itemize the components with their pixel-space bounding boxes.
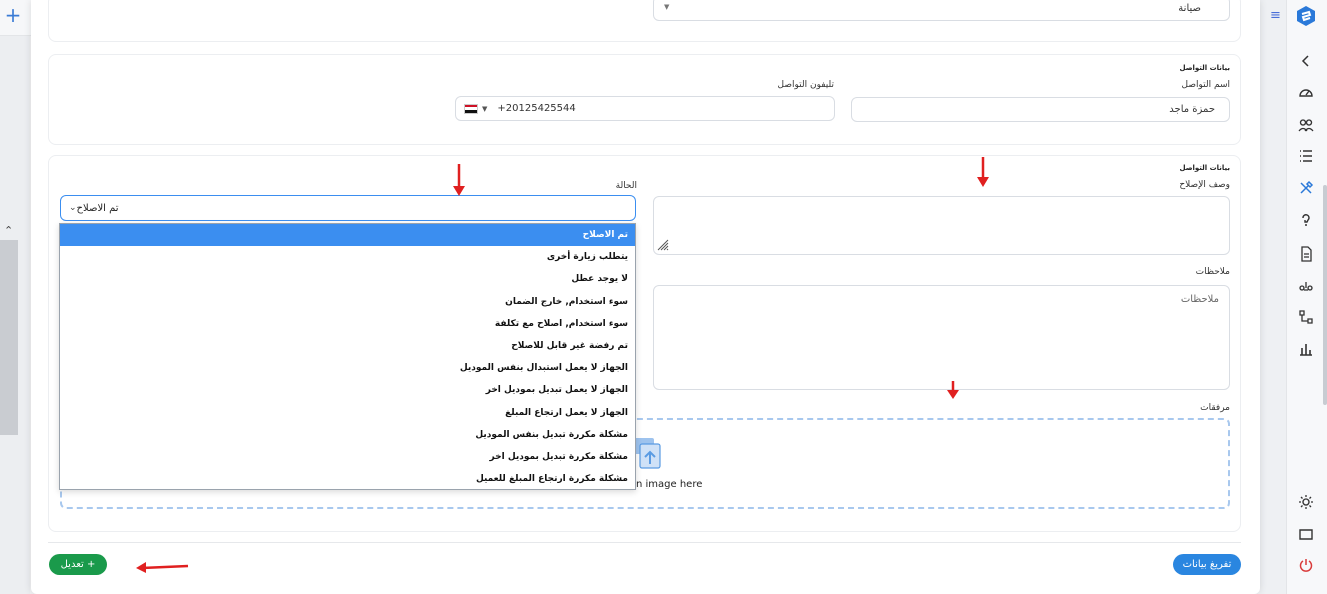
delivery-icon[interactable] bbox=[1296, 276, 1316, 296]
contact-phone-value: +20125425544 bbox=[497, 103, 576, 114]
repair-description-label: وصف الإصلاح bbox=[1179, 180, 1230, 190]
status-option[interactable]: سوء استخدام, اصلاح مع تكلفة bbox=[60, 313, 635, 335]
contact-section-title: بيانات التواصل bbox=[1179, 64, 1230, 72]
repair-description-textarea[interactable] bbox=[653, 196, 1230, 255]
status-option[interactable]: تم رفضة غير قابل للاصلاح bbox=[60, 335, 635, 357]
annotation-arrow-left-icon bbox=[136, 562, 189, 573]
caret-down-icon: ▼ bbox=[664, 3, 670, 11]
app-logo-icon bbox=[1297, 6, 1315, 26]
background-scrollbar[interactable] bbox=[0, 240, 18, 435]
status-option[interactable]: مشكلة مكررة تبديل بموديل اخر bbox=[60, 446, 635, 468]
annotation-arrow-down-icon bbox=[947, 381, 959, 399]
contact-name-label: اسم التواصل bbox=[1181, 80, 1230, 90]
status-select[interactable]: تم الاصلاح ⌄ bbox=[60, 195, 636, 221]
chevron-down-icon: ⌄ bbox=[69, 203, 77, 213]
edit-button[interactable]: + تعديل bbox=[49, 554, 107, 575]
status-option[interactable]: الجهاز لا يعمل استبدال بنفس الموديل bbox=[60, 357, 635, 379]
dropzone-text: n image here bbox=[636, 479, 703, 490]
window-icon[interactable] bbox=[1296, 524, 1316, 544]
status-options-list[interactable]: تم الاصلاح يتطلب زيارة أخرى لا يوجد عطل سوء… bbox=[59, 223, 636, 490]
menu-icon[interactable]: ≡ bbox=[1270, 8, 1281, 23]
status-option[interactable]: لا يوجد عطل bbox=[60, 268, 635, 290]
background-right-gap bbox=[1260, 0, 1286, 594]
dashboard-gauge-icon[interactable] bbox=[1296, 83, 1316, 103]
clear-data-button[interactable]: تفريغ بيانات bbox=[1173, 554, 1241, 575]
notes-textarea[interactable]: ملاحظات bbox=[653, 285, 1230, 390]
help-bulb-icon[interactable] bbox=[1296, 210, 1316, 230]
status-option[interactable]: الجهاز لا يعمل تبديل بموديل اخر bbox=[60, 379, 635, 401]
plus-icon[interactable]: + bbox=[4, 5, 22, 25]
reports-chart-icon[interactable] bbox=[1296, 339, 1316, 359]
contact-name-field[interactable]: حمزة ماجد bbox=[851, 97, 1230, 122]
status-option[interactable]: يتطلب زيارة أخرى bbox=[60, 246, 635, 268]
repair-section-title: بيانات التواصل bbox=[1179, 164, 1230, 172]
list-icon[interactable] bbox=[1296, 146, 1316, 166]
attachments-label: مرفقات bbox=[1200, 403, 1230, 413]
tools-icon[interactable] bbox=[1296, 178, 1316, 198]
annotation-arrow-down-icon bbox=[453, 164, 465, 196]
resize-grip-icon[interactable] bbox=[656, 238, 670, 252]
contact-phone-field[interactable]: ▼ +20125425544 bbox=[455, 96, 835, 121]
status-option[interactable]: مشكلة مكررة ارتجاع المبلغ للعميل bbox=[60, 468, 635, 490]
power-icon[interactable] bbox=[1296, 555, 1316, 575]
status-option[interactable]: تم الاصلاح bbox=[60, 224, 635, 247]
footer-divider bbox=[48, 542, 1241, 543]
notes-placeholder: ملاحظات bbox=[1180, 294, 1219, 305]
country-caret-icon[interactable]: ▼ bbox=[482, 105, 487, 113]
status-label: الحالة bbox=[615, 181, 637, 191]
status-option[interactable]: مشكلة مكررة تبديل بنفس الموديل bbox=[60, 424, 635, 446]
document-icon[interactable] bbox=[1296, 244, 1316, 264]
settings-gear-icon[interactable] bbox=[1296, 492, 1316, 512]
maintenance-type-select[interactable]: صيانة ▼ bbox=[653, 0, 1230, 21]
hierarchy-icon[interactable] bbox=[1296, 307, 1316, 327]
sidebar-scrollbar[interactable] bbox=[1323, 185, 1327, 405]
egypt-flag-icon[interactable] bbox=[464, 103, 478, 114]
image-upload-icon[interactable] bbox=[632, 436, 662, 470]
chevron-up-icon[interactable]: ⌃ bbox=[4, 224, 13, 237]
contact-phone-label: تليفون التواصل bbox=[777, 80, 834, 90]
annotation-arrow-down-icon bbox=[977, 157, 989, 187]
status-option[interactable]: سوء استخدام, خارج الضمان bbox=[60, 291, 635, 313]
sidebar bbox=[1286, 0, 1327, 594]
collapse-chevron-icon[interactable] bbox=[1296, 51, 1316, 71]
status-option[interactable]: الجهاز لا يعمل ارتجاع المبلغ bbox=[60, 402, 635, 424]
maintenance-type-value: صيانة bbox=[1178, 3, 1201, 14]
status-value: تم الاصلاح bbox=[76, 202, 119, 214]
users-icon[interactable] bbox=[1296, 115, 1316, 135]
notes-label: ملاحظات bbox=[1195, 267, 1230, 277]
contact-name-value: حمزة ماجد bbox=[1169, 104, 1215, 115]
